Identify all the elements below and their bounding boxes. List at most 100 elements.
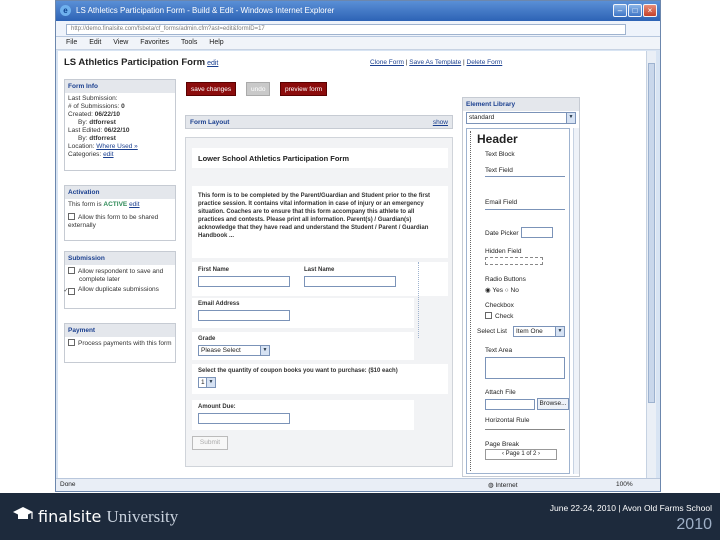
element-library-heading: Element Library	[463, 98, 579, 111]
library-text-field[interactable]: Text Field	[485, 167, 513, 174]
library-header[interactable]: Header	[477, 132, 518, 146]
coupon-label: Select the quantity of coupon books you …	[198, 368, 398, 374]
minimize-button[interactable]: –	[613, 4, 627, 17]
coupon-select[interactable]: 1 ▼	[198, 377, 216, 388]
info-line: Last Submission:	[68, 95, 118, 102]
menu-favorites[interactable]: Favorites	[140, 37, 169, 49]
menu-edit[interactable]: Edit	[89, 37, 101, 49]
slide-footer: finalsite University June 22-24, 2010 | …	[0, 493, 720, 540]
info-line: Last Edited: 06/22/10	[68, 127, 130, 134]
coupon-row: Select the quantity of coupon books you …	[192, 364, 448, 394]
save-later-option: Allow respondent to save and complete la…	[68, 267, 172, 284]
share-externally-option: Allow this form to be shared externally	[68, 213, 159, 229]
page-title: LS Athletics Participation Form	[64, 57, 206, 68]
form-layout-bar: Form Layout show	[185, 115, 453, 129]
payments-checkbox[interactable]	[68, 339, 75, 346]
menu-file[interactable]: File	[66, 37, 77, 49]
form-info-list: Last Submission: # of Submissions: 0 Cre…	[65, 93, 175, 161]
zone-indicator: ◍ Internet	[488, 482, 518, 489]
delete-form-link[interactable]: Delete Form	[467, 59, 503, 66]
zoom-control[interactable]: 100%	[616, 481, 633, 488]
drop-zone	[418, 262, 446, 338]
email-preview	[485, 209, 565, 210]
hidden-field-preview	[485, 257, 543, 265]
page-break-preview: ‹ Page 1 of 2 ›	[485, 449, 557, 460]
grade-select[interactable]: Please Select ▼	[198, 345, 270, 356]
library-radio[interactable]: Radio Buttons	[485, 276, 526, 283]
library-select[interactable]: standard ▼	[466, 112, 576, 124]
ie-window: e LS Athletics Participation Form - Buil…	[55, 0, 661, 492]
scrollbar-thumb[interactable]	[648, 63, 655, 403]
attach-field-preview	[485, 399, 535, 410]
library-date-picker[interactable]: Date Picker	[485, 230, 519, 237]
library-text-area[interactable]: Text Area	[485, 347, 512, 354]
close-button[interactable]: ×	[643, 4, 657, 17]
activation-edit-link[interactable]: edit	[129, 201, 139, 208]
library-select-list[interactable]: Select List	[477, 328, 507, 335]
library-attach[interactable]: Attach File	[485, 389, 516, 396]
activation-heading: Activation	[65, 186, 175, 199]
preview-form-button[interactable]: preview form	[280, 82, 328, 96]
address-field[interactable]: http://demo.finalsite.com/fsbeta/cf_form…	[66, 24, 626, 35]
email-input[interactable]	[198, 310, 290, 321]
library-text-block[interactable]: Text Block	[485, 151, 515, 158]
first-name-input[interactable]	[198, 276, 290, 287]
menu-view[interactable]: View	[113, 37, 128, 49]
drag-handle-strip	[470, 131, 476, 471]
menu-tools[interactable]: Tools	[181, 37, 197, 49]
slide: e LS Athletics Participation Form - Buil…	[0, 0, 720, 540]
library-email[interactable]: Email Field	[485, 199, 517, 206]
title-bar: e LS Athletics Participation Form - Buil…	[56, 1, 660, 21]
menu-bar: File Edit View Favorites Tools Help	[56, 37, 660, 50]
checkbox-preview: Check	[485, 312, 513, 320]
save-as-template-link[interactable]: Save As Template	[409, 59, 461, 66]
last-name-input[interactable]	[304, 276, 396, 287]
library-page-break[interactable]: Page Break	[485, 441, 519, 448]
library-hidden[interactable]: Hidden Field	[485, 248, 522, 255]
library-checkbox[interactable]: Checkbox	[485, 302, 514, 309]
save-changes-button[interactable]: save changes	[186, 82, 237, 96]
submission-panel: Submission Allow respondent to save and …	[63, 251, 176, 309]
share-externally-checkbox[interactable]	[68, 213, 75, 220]
amount-input[interactable]	[198, 413, 290, 424]
form-heading: Lower School Athletics Participation For…	[198, 154, 349, 163]
payment-heading: Payment	[65, 324, 175, 337]
select-list-preview: Item One ▼	[513, 326, 565, 337]
event-date-line: June 22-24, 2010 | Avon Old Farms School	[549, 503, 712, 513]
categories-edit-link[interactable]: edit	[103, 151, 113, 158]
form-info-panel: Form Info Last Submission: # of Submissi…	[64, 79, 176, 171]
info-line: By: dtforrest	[78, 119, 116, 126]
duplicate-submissions-checkbox[interactable]: ✓	[63, 288, 75, 295]
submit-button[interactable]: Submit	[192, 436, 228, 450]
page-scrollbar[interactable]	[646, 51, 656, 478]
library-rule[interactable]: Horizontal Rule	[485, 417, 529, 424]
grade-row: Grade Please Select ▼	[192, 332, 414, 360]
address-bar: http://demo.finalsite.com/fsbeta/cf_form…	[56, 21, 660, 37]
element-library: Element Library standard ▼ Header Text Bl…	[462, 97, 580, 477]
status-text: Done	[60, 481, 76, 488]
page-content: LS Athletics Participation Form edit Clo…	[58, 51, 656, 479]
amount-row: Amount Due:	[192, 400, 414, 430]
date-picker-preview	[521, 227, 553, 238]
event-year: 2010	[676, 516, 712, 533]
status-bar: Done ◍ Internet 100%	[56, 478, 660, 491]
library-scrollbar[interactable]	[573, 128, 579, 474]
maximize-button[interactable]: □	[628, 4, 642, 17]
form-canvas: Lower School Athletics Participation For…	[185, 137, 453, 467]
show-link[interactable]: show	[433, 119, 448, 126]
payments-option: Process payments with this form	[65, 337, 175, 350]
where-used-link[interactable]: Where Used »	[96, 143, 138, 150]
duplicate-submissions-option: ✓ Allow duplicate submissions	[63, 286, 159, 295]
undo-button[interactable]: undo	[246, 82, 271, 96]
browse-button: Browse...	[537, 398, 569, 410]
menu-help[interactable]: Help	[209, 37, 223, 49]
title-edit-link[interactable]: edit	[207, 60, 218, 67]
chevron-down-icon: ▼	[260, 346, 269, 355]
text-field-preview	[485, 176, 565, 177]
clone-form-link[interactable]: Clone Form	[370, 59, 404, 66]
info-line: Created: 06/22/10	[68, 111, 121, 118]
save-later-checkbox[interactable]	[68, 267, 75, 274]
activation-status: This form is ACTIVE edit	[68, 201, 140, 208]
graduation-cap-icon	[12, 505, 33, 525]
globe-icon: ◍	[488, 482, 494, 489]
